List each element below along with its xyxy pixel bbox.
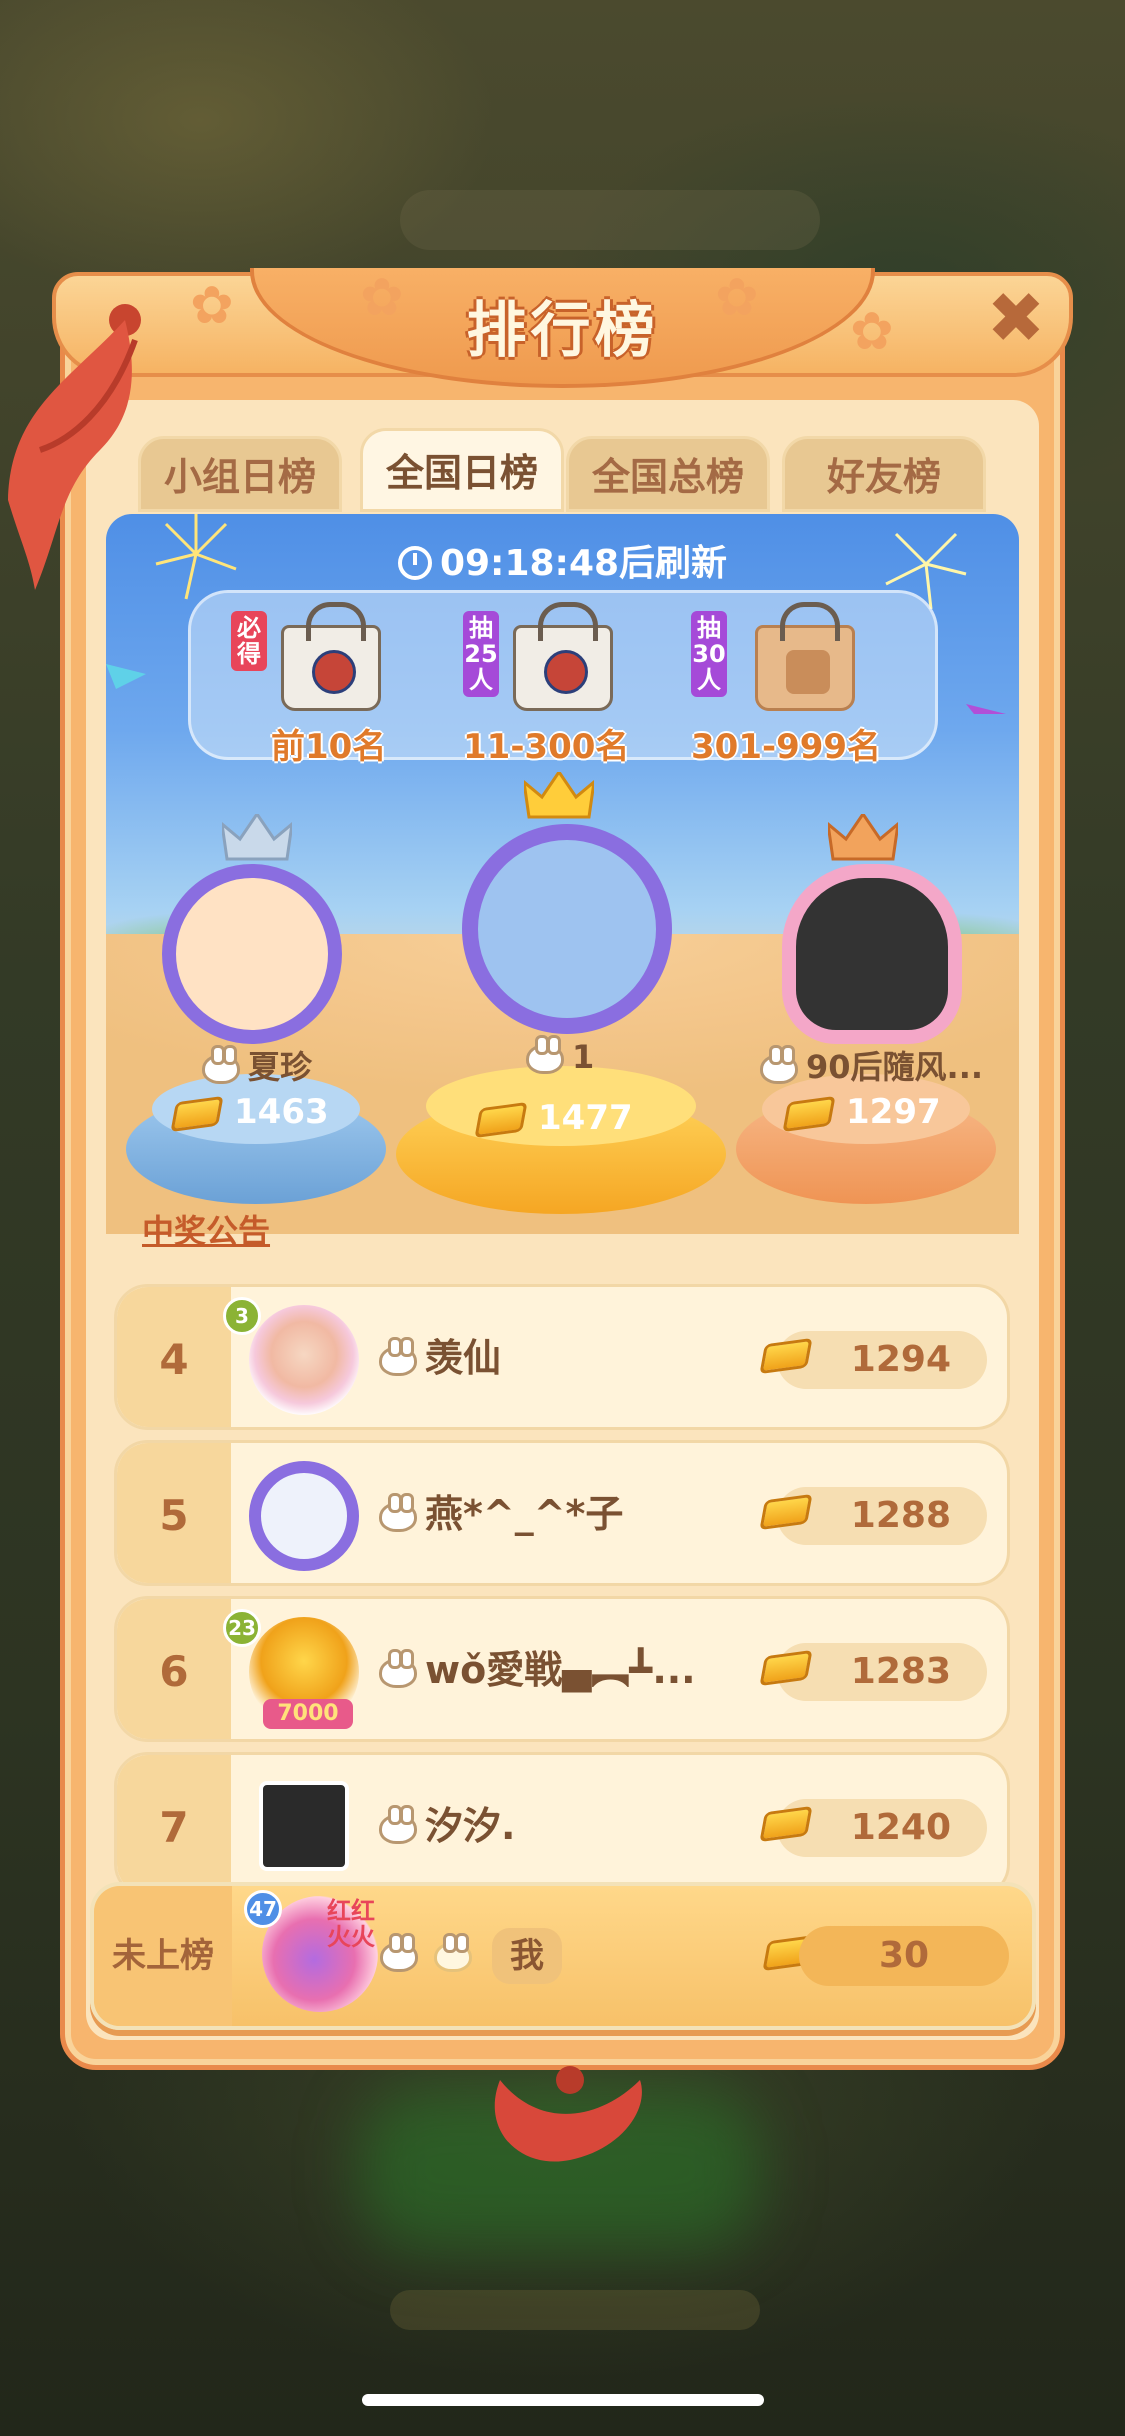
- rank-number: 6: [117, 1599, 231, 1739]
- tab-group-daily[interactable]: 小组日榜: [138, 436, 342, 512]
- level-badge: 3: [223, 1297, 261, 1335]
- prize-tag: 必得: [231, 611, 267, 671]
- list-item[interactable]: 7 汐汐. 1240: [114, 1752, 1010, 1884]
- gold-bar-icon: [474, 1101, 528, 1138]
- rabbit-icon: [379, 1648, 417, 1688]
- podium-score-text: 1297: [846, 1092, 941, 1132]
- page-title: 排行榜: [466, 296, 659, 366]
- podium-name-1: 1: [526, 1035, 595, 1076]
- tote-bag-icon: [513, 602, 613, 711]
- podium-name-2: 夏珍: [202, 1042, 312, 1088]
- level-badge: 23: [223, 1609, 261, 1647]
- player-name-text: wǒ愛戦▄︻┻...: [425, 1648, 696, 1692]
- avatar-rank-1[interactable]: [462, 824, 672, 1034]
- player-name-text: 燕*^_^*子: [425, 1492, 624, 1536]
- player-name: 汐汐.: [379, 1795, 515, 1850]
- avatar[interactable]: [249, 1305, 359, 1415]
- tab-national-daily[interactable]: 全国日榜: [360, 428, 564, 512]
- player-name-text: 羡仙: [425, 1336, 502, 1380]
- avatar[interactable]: [259, 1781, 349, 1871]
- rabbit-icon: [380, 1933, 418, 1972]
- my-rank-row[interactable]: 未上榜 红红火火 47 我 30: [90, 1882, 1036, 2030]
- home-indicator[interactable]: [362, 2394, 764, 2406]
- close-button[interactable]: ✖: [984, 283, 1048, 353]
- gold-bar-icon: [170, 1095, 224, 1132]
- list-item[interactable]: 5 燕*^_^*子 1288: [114, 1440, 1010, 1586]
- prize-range: 前10名: [271, 727, 387, 767]
- list-item[interactable]: 4 3 羡仙 1294: [114, 1284, 1010, 1430]
- level-badge: 47: [244, 1890, 282, 1928]
- podium-score-text: 1477: [538, 1098, 633, 1138]
- podium-name-text: 1: [572, 1038, 595, 1076]
- player-name: 燕*^_^*子: [379, 1483, 623, 1538]
- close-icon: ✖: [986, 277, 1046, 359]
- list-item[interactable]: 6 23 7000 wǒ愛戦▄︻┻... 1283: [114, 1596, 1010, 1742]
- player-name: wǒ愛戦▄︻┻...: [379, 1639, 696, 1694]
- score-badge: 7000: [263, 1699, 353, 1729]
- podium-score-3: 1297: [782, 1092, 941, 1132]
- ribbon-bottom-icon: [494, 2066, 642, 2162]
- tab-friends[interactable]: 好友榜: [782, 436, 986, 512]
- podium-area: 09:18:48后刷新 必得 前10名 抽25人 11-300名 抽30人 30…: [106, 514, 1019, 1234]
- prize-range: 301-999名: [691, 727, 882, 767]
- rabbit-icon: [379, 1804, 417, 1844]
- rabbit-icon: [760, 1045, 798, 1084]
- rabbit-icon: [526, 1035, 564, 1074]
- rank-list[interactable]: 4 3 羡仙 1294 5 燕*^_^*子 1288 6 23 7000 wǒ愛…: [114, 1284, 1010, 1884]
- background-blur-bar: [390, 2290, 760, 2330]
- avatar-text: 红红火火: [327, 1897, 375, 1951]
- rank-number: 7: [117, 1755, 231, 1884]
- podium-score-text: 1463: [234, 1092, 329, 1132]
- player-name-text: 汐汐.: [425, 1804, 516, 1848]
- podium-name-3: 90后隨风...: [760, 1042, 983, 1088]
- podium-name-text: 90后隨风...: [806, 1048, 984, 1086]
- tote-bag-icon: [281, 602, 381, 711]
- tab-national-total[interactable]: 全国总榜: [566, 436, 770, 512]
- prize-box: 必得 前10名 抽25人 11-300名 抽30人 301-999名: [188, 590, 938, 767]
- clock-icon: [397, 546, 432, 580]
- prize-tag: 抽30人: [691, 611, 727, 697]
- podium-score-2: 1463: [170, 1092, 329, 1132]
- rabbit-icon: [379, 1492, 417, 1532]
- avatar-rank-2[interactable]: [162, 864, 342, 1044]
- avatar[interactable]: [249, 1461, 359, 1571]
- player-name: 羡仙: [379, 1327, 501, 1382]
- podium-score-1: 1477: [474, 1098, 633, 1138]
- rank-number: 5: [117, 1443, 231, 1583]
- my-name: 我: [492, 1928, 562, 1984]
- crown-bronze-icon: [828, 814, 898, 861]
- rabbit-pet-icon: [434, 1933, 472, 1972]
- rank-number: 4: [117, 1287, 231, 1427]
- tote-bag-icon: [755, 602, 855, 711]
- crown-silver-icon: [222, 814, 292, 861]
- prize-range: 11-300名: [463, 727, 630, 767]
- my-score: 30: [799, 1926, 1009, 1986]
- crown-gold-icon: [524, 772, 594, 819]
- refresh-text: 09:18:48后刷新: [439, 543, 728, 584]
- refresh-timer: 09:18:48后刷新: [106, 534, 1019, 586]
- announcement-link[interactable]: 中奖公告: [142, 1206, 270, 1252]
- prize-tag: 抽25人: [463, 611, 499, 697]
- my-rank-label: 未上榜: [94, 1886, 232, 2026]
- rabbit-icon: [202, 1045, 240, 1084]
- avatar-rank-3[interactable]: [782, 864, 962, 1044]
- background-blur-title: [400, 190, 820, 250]
- rabbit-icon: [379, 1336, 417, 1376]
- gold-bar-icon: [782, 1095, 836, 1132]
- podium-name-text: 夏珍: [248, 1048, 313, 1086]
